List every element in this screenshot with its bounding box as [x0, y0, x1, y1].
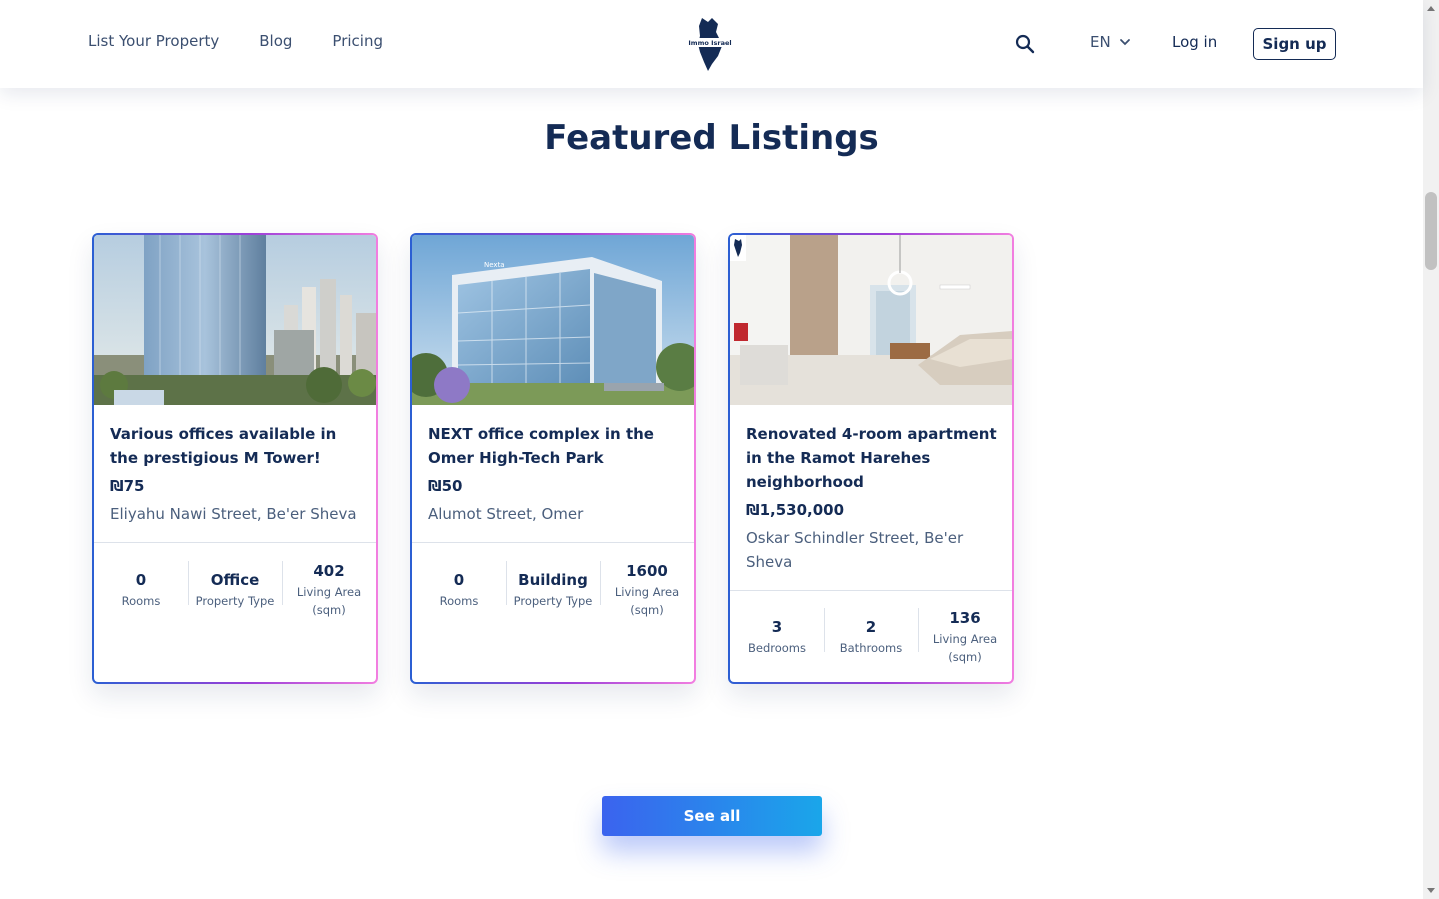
stat-value: Office — [210, 571, 260, 589]
listing-address: Oskar Schindler Street, Be'er Sheva — [746, 529, 964, 571]
chevron-down-icon — [1119, 39, 1130, 46]
card-divider — [94, 542, 376, 543]
listing-price: ₪75 — [110, 477, 145, 495]
stat-value: 402 — [313, 562, 345, 580]
stat-property-type: Office Property Type — [188, 561, 282, 619]
stat-value: 0 — [453, 571, 465, 589]
site-logo[interactable]: Immo Israel — [688, 16, 732, 72]
stat-value: Building — [518, 571, 588, 589]
listing-card[interactable]: Various offices available in the prestig… — [92, 233, 378, 684]
stat-living-area: 136 Living Area (sqm) — [918, 608, 1012, 666]
stat-label: Living Area (sqm) — [296, 585, 362, 617]
stat-value: 0 — [135, 571, 147, 589]
listing-title[interactable]: NEXT office complex in the Omer High-Tec… — [428, 422, 680, 470]
svg-text:Nexta: Nexta — [484, 261, 505, 269]
listing-body: Various offices available in the prestig… — [110, 422, 362, 526]
see-all-button[interactable]: See all — [602, 796, 822, 836]
search-icon — [1015, 34, 1035, 54]
language-selector[interactable]: EN — [1090, 33, 1131, 51]
scrollbar-thumb[interactable] — [1425, 192, 1437, 270]
listing-image[interactable] — [94, 235, 376, 405]
stat-bathrooms: 2 Bathrooms — [824, 608, 918, 666]
listing-title[interactable]: Various offices available in the prestig… — [110, 422, 362, 470]
logo-mark-icon: Immo Israel — [688, 18, 732, 71]
main-nav: List Your Property Blog Pricing — [88, 32, 383, 50]
listing-image[interactable] — [730, 235, 1012, 405]
stat-label: Rooms — [439, 594, 479, 608]
listing-image[interactable]: Nexta — [412, 235, 694, 405]
stat-label: Living Area (sqm) — [932, 632, 998, 664]
nav-list-your-property[interactable]: List Your Property — [88, 32, 219, 50]
login-link[interactable]: Log in — [1172, 33, 1217, 51]
stat-living-area: 1600 Living Area (sqm) — [600, 561, 694, 619]
stat-label: Property Type — [513, 594, 593, 608]
card-divider — [730, 590, 1012, 591]
stat-rooms: 0 Rooms — [412, 561, 506, 619]
stat-label: Bedrooms — [747, 641, 806, 655]
listing-title[interactable]: Renovated 4-room apartment in the Ramot … — [746, 422, 998, 494]
signup-button[interactable]: Sign up — [1253, 28, 1336, 60]
card-divider — [412, 542, 694, 543]
stat-property-type: Building Property Type — [506, 561, 600, 619]
nav-blog[interactable]: Blog — [259, 32, 292, 50]
listing-card[interactable]: Renovated 4-room apartment in the Ramot … — [728, 233, 1014, 684]
scroll-up-arrow-icon[interactable] — [1427, 6, 1435, 11]
stat-label: Property Type — [195, 594, 275, 608]
scroll-down-arrow-icon[interactable] — [1427, 888, 1435, 893]
listing-stats: 0 Rooms Building Property Type 1600 Livi… — [412, 561, 694, 619]
listing-price: ₪50 — [428, 477, 463, 495]
stat-living-area: 402 Living Area (sqm) — [282, 561, 376, 619]
stat-value: 136 — [949, 609, 981, 627]
listing-address: Alumot Street, Omer — [428, 505, 584, 523]
listing-address: Eliyahu Nawi Street, Be'er Sheva — [110, 505, 357, 523]
nav-pricing[interactable]: Pricing — [332, 32, 383, 50]
stat-value: 2 — [865, 618, 877, 636]
stat-bedrooms: 3 Bedrooms — [730, 608, 824, 666]
language-label: EN — [1090, 33, 1111, 51]
listing-body: NEXT office complex in the Omer High-Tec… — [428, 422, 680, 526]
stat-label: Rooms — [121, 594, 161, 608]
stat-value: 1600 — [626, 562, 668, 580]
listing-stats: 3 Bedrooms 2 Bathrooms 136 Living Area (… — [730, 608, 1012, 666]
stat-value: 3 — [771, 618, 783, 636]
listing-stats: 0 Rooms Office Property Type 402 Living … — [94, 561, 376, 619]
stat-label: Bathrooms — [839, 641, 903, 655]
listing-card[interactable]: Nexta NEXT office complex in the Omer Hi… — [410, 233, 696, 684]
listing-body: Renovated 4-room apartment in the Ramot … — [746, 422, 998, 574]
svg-text:Immo Israel: Immo Israel — [688, 39, 731, 47]
site-header: List Your Property Blog Pricing Immo Isr… — [0, 0, 1423, 88]
stat-label: Living Area (sqm) — [614, 585, 680, 617]
page-scrollbar[interactable] — [1423, 0, 1439, 899]
listing-price: ₪1,530,000 — [746, 501, 845, 519]
stat-rooms: 0 Rooms — [94, 561, 188, 619]
section-title: Featured Listings — [544, 118, 879, 158]
search-button[interactable] — [1014, 33, 1036, 55]
